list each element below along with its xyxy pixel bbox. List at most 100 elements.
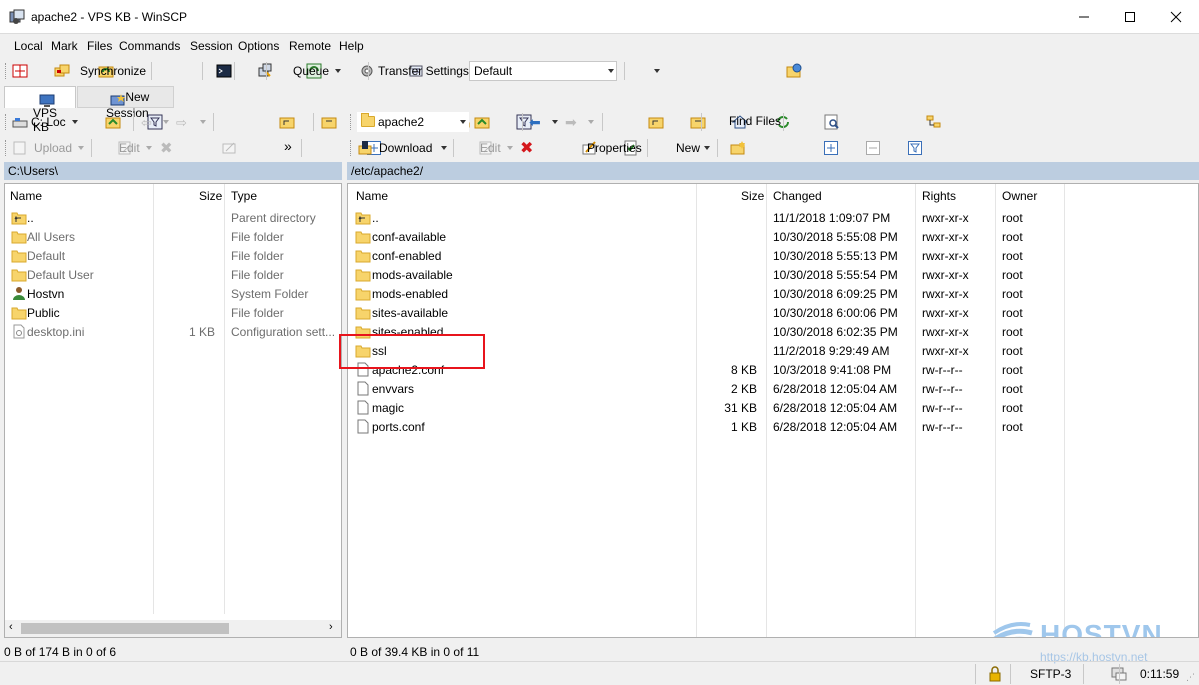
menu-session[interactable]: Session [190,39,233,53]
filter-select-icon[interactable] [907,140,923,156]
tree-icon[interactable] [926,114,942,130]
remote-edit-button[interactable]: Edit [480,141,501,155]
chevron-down-icon[interactable] [441,146,447,150]
separator [1083,664,1084,684]
hostvn-brand: HOSTVN [1040,619,1163,638]
table-row[interactable]: conf-enabled 10/30/2018 5:55:13 PM rwxr-xr… [348,246,1198,265]
root-directory-icon[interactable] [321,114,337,130]
chevron-down-icon[interactable] [552,120,558,124]
scrollbar-thumb[interactable] [21,623,229,634]
synchronize-button[interactable]: Synchronize [80,64,146,78]
chevron-down-icon[interactable] [200,120,206,124]
menu-files[interactable]: Files [87,39,112,53]
transfer-settings-select[interactable]: Default [469,61,617,81]
sync-browsing-icon[interactable] [54,63,70,79]
chevron-down-icon[interactable] [704,146,710,150]
table-row[interactable]: .. 11/1/2018 1:09:07 PM rwxr-xr-x root [348,208,1198,227]
table-row[interactable]: Hostvn System Folder [5,284,341,303]
find-files-icon[interactable] [824,114,840,130]
forward-arrow-icon[interactable]: ⇨ [176,115,187,131]
menu-help[interactable]: Help [339,39,364,53]
table-row[interactable]: Default User File folder [5,265,341,284]
scroll-right-icon[interactable]: › [329,621,333,633]
table-row[interactable]: mods-enabled 10/30/2018 6:09:25 PM rwxr-xr… [348,284,1198,303]
horizontal-scrollbar[interactable]: ‹ › [5,620,341,637]
root-directory-icon[interactable] [690,114,706,130]
queue-dropdown-arrow[interactable] [335,69,341,73]
scroll-left-icon[interactable]: ‹ [9,621,13,633]
compare-directories-icon[interactable] [12,63,28,79]
table-row[interactable]: sites-available 10/30/2018 6:00:06 PM rwxr… [348,303,1198,322]
column-header-type[interactable]: Type [231,184,257,206]
transfer-settings-presets-icon[interactable] [786,63,802,79]
local-edit-button[interactable]: Edit [119,141,140,155]
delete-icon[interactable]: ✖ [520,138,533,158]
tab-new-session[interactable]: New Session [77,86,174,120]
column-header-owner[interactable]: Owner [1002,184,1037,206]
local-drive-select[interactable]: C: Loc [31,115,66,129]
resize-grip-icon[interactable]: ⋰ [1186,672,1195,683]
remote-file-list[interactable]: Name Size Changed Rights Owner .. 11/1/20… [347,183,1199,638]
table-row[interactable]: .. Parent directory [5,208,341,227]
chevron-down-icon[interactable] [146,146,152,150]
table-row[interactable]: Default File folder [5,246,341,265]
menu-commands[interactable]: Commands [119,39,180,53]
column-header-size[interactable]: Size [741,184,764,206]
column-header-changed[interactable]: Changed [773,184,822,206]
tab-vps-kb[interactable]: VPS KB [4,86,76,134]
terminal-icon[interactable] [216,63,232,79]
menu-mark[interactable]: Mark [51,39,78,53]
folder-icon [11,267,27,282]
menu-local[interactable]: Local [14,39,43,53]
parent-directory-icon[interactable] [648,114,664,130]
upload-icon[interactable] [12,140,28,156]
remote-directory-select[interactable]: apache2 [357,112,469,132]
minimize-button[interactable] [1061,0,1107,34]
close-button[interactable] [1153,0,1199,34]
protocol-status: SFTP-3 [1030,667,1072,681]
table-row[interactable]: All Users File folder [5,227,341,246]
new-folder-icon[interactable] [730,140,746,156]
local-file-list[interactable]: Name Size Type .. Parent directory All Use… [4,183,342,638]
table-row[interactable]: Public File folder [5,303,341,322]
presets-dropdown-arrow[interactable] [654,69,660,73]
user-folder-icon [11,286,27,301]
table-row[interactable]: envvars 2 KB 6/28/2018 12:05:04 AM rw-r--r-… [348,379,1198,398]
table-row[interactable]: ports.conf 1 KB 6/28/2018 12:05:04 AM rw-r-… [348,417,1198,436]
chevron-down-icon[interactable] [588,120,594,124]
column-header-name[interactable]: Name [356,184,388,206]
toolbar-overflow-icon[interactable]: » [284,138,292,154]
table-row[interactable]: magic 31 KB 6/28/2018 12:05:04 AM rw-r--r--… [348,398,1198,417]
chevron-down-icon[interactable] [507,146,513,150]
chevron-down-icon[interactable] [163,120,169,124]
table-row[interactable]: mods-available 10/30/2018 5:55:54 PM rwxr-… [348,265,1198,284]
back-arrow-icon[interactable]: ⇦ [141,115,152,131]
menu-options[interactable]: Options [238,39,279,53]
unselect-all-icon[interactable] [865,140,881,156]
properties-button[interactable]: Properties [587,141,642,155]
open-folder-icon[interactable] [105,114,121,130]
download-icon[interactable] [357,140,373,156]
parent-directory-icon[interactable] [279,114,295,130]
upload-button[interactable]: Upload [34,141,72,155]
find-files-button[interactable]: Find Files [729,114,781,128]
column-header-rights[interactable]: Rights [922,184,956,206]
new-button[interactable]: New [676,141,700,155]
forward-arrow-icon[interactable]: ➡ [565,114,577,131]
open-folder-icon[interactable] [474,114,490,130]
column-header-size[interactable]: Size [199,184,222,206]
delete-icon[interactable]: ✖ [160,139,173,157]
chevron-down-icon[interactable] [72,120,78,124]
table-row[interactable]: conf-available 10/30/2018 5:55:08 PM rwxr-… [348,227,1198,246]
back-arrow-icon[interactable]: ⬅ [529,114,541,131]
download-button[interactable]: Download [379,141,432,155]
queue-button[interactable]: Queue [293,64,329,78]
file-icon [355,381,371,396]
menu-remote[interactable]: Remote [289,39,331,53]
column-header-name[interactable]: Name [10,184,42,206]
chevron-down-icon[interactable] [78,146,84,150]
table-row[interactable]: desktop.ini 1 KB Configuration sett... [5,322,341,341]
select-all-icon[interactable] [823,140,839,156]
rename-icon[interactable] [221,140,237,156]
maximize-button[interactable] [1107,0,1153,34]
